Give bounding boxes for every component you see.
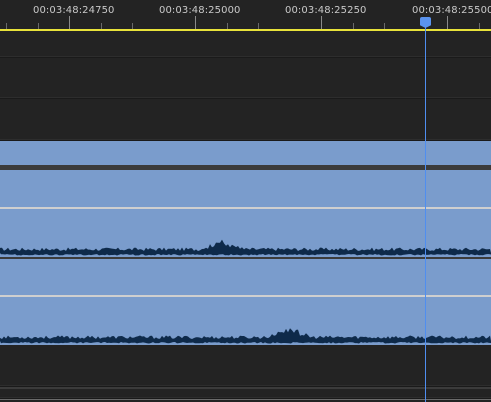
waveform-path [0,239,491,256]
ruler-tick [447,16,448,29]
audio-track-empty[interactable] [0,345,491,387]
ruler-timecode-label: 00:03:48:25000 [159,5,241,16]
audio-clip[interactable] [0,141,491,165]
audio-track[interactable] [0,170,491,207]
audio-track-empty[interactable] [0,389,491,399]
audio-track[interactable] [0,141,491,165]
video-track-empty[interactable] [0,31,491,58]
ruler-timecode-label: 00:03:48:25500 [412,5,491,16]
video-track-empty[interactable] [0,99,491,141]
playhead-line[interactable] [425,18,426,402]
ruler-tick [195,16,196,29]
timeline-panel: 00:03:48:24750 00:03:48:25000 00:03:48:2… [0,0,491,402]
ruler-timecode-label: 00:03:48:25250 [285,5,367,16]
waveform-path [0,328,491,344]
audio-track-channel-1[interactable] [0,209,491,257]
audio-track-channel-2-wave[interactable] [0,297,491,345]
audio-track-channel-2[interactable] [0,259,491,295]
audio-clip[interactable] [0,259,491,295]
audio-clip[interactable] [0,170,491,207]
ruler-timecode-label: 00:03:48:24750 [33,5,115,16]
video-track-empty[interactable] [0,58,491,99]
ruler-tick [321,16,322,29]
ruler-tick [69,16,70,29]
time-ruler[interactable]: 00:03:48:24750 00:03:48:25000 00:03:48:2… [0,0,491,30]
audio-waveform [0,239,491,256]
track-separator [0,399,491,400]
audio-waveform [0,328,491,344]
